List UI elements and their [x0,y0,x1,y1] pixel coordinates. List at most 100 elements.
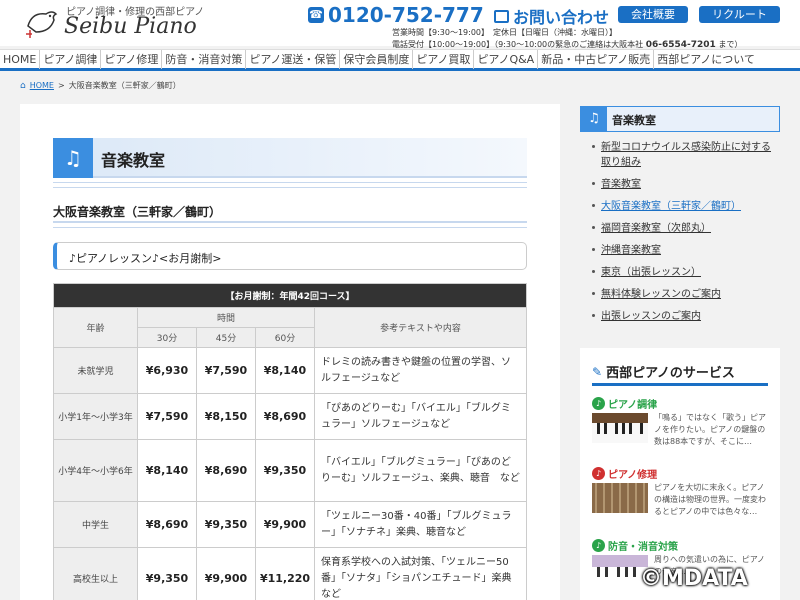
price-60: ¥9,350 [255,439,315,502]
service-text: ピアノを大切に末永く。ピアノの構造は物理の世界。一度変わるとピアノの中では色々な… [654,483,766,516]
price-30: ¥7,590 [137,393,197,440]
nav-sales[interactable]: 新品・中古ピアノ販売 [538,50,655,69]
sidebar-item-label: 無料体験レッスンのご案内 [601,289,721,300]
sidebar-menu: ♫ 音楽教室 新型コロナウイルス感染防止に対する取り組み 音楽教室 大阪音楽教室… [580,106,780,331]
nav-tuning[interactable]: ピアノ調律 [40,50,102,69]
sidebar-item-tokyo[interactable]: 東京（出張レッスン） [580,265,780,284]
phone-icon: ☎ [308,7,324,23]
row-desc: 「バイエル」「ブルグミュラー」「ぴあのどりーむ」ソルフェージュ、楽典、聴音 など [314,439,527,502]
bird-logo-icon [26,11,58,38]
nav-soundproof[interactable]: 防音・消音対策 [162,50,247,69]
breadcrumb-home[interactable]: HOME [30,81,54,90]
price-30: ¥6,930 [137,347,197,394]
price-45: ¥8,690 [196,439,256,502]
sidebar-heading-box: ♫ 音楽教室 [580,106,780,132]
service-title-row: ♪ 防音・消音対策 [592,538,768,553]
phone-number[interactable]: ☎ 0120-752-777 [308,3,484,27]
piano-interior-image [592,483,648,513]
row-age: 高校生以上 [53,547,138,600]
table-row: 中学生 ¥8,690 ¥9,350 ¥9,900 「ツェルニー30番・40番」「… [53,501,527,548]
row-desc: 「ぴあのどりーむ」「バイエル」「ブルグミュラー」ソルフェージュなど [314,393,527,440]
price-30: ¥8,690 [137,501,197,548]
company-button[interactable]: 会社概要 [618,6,688,23]
table-row: 高校生以上 ¥9,350 ¥9,900 ¥11,220 保育系学校への入試対策、… [53,547,527,600]
nav-qa[interactable]: ピアノQ&A [474,50,539,69]
breadcrumb-current: 大阪音楽教室（三軒家／鶴町） [68,81,181,90]
sidebar-item-okinawa[interactable]: 沖縄音楽教室 [580,243,780,262]
row-age: 小学4年～小学6年 [53,439,138,502]
sidebar-item-label: 出張レッスンのご案内 [601,311,701,322]
sidebar-heading: 音楽教室 [612,114,656,127]
header-30min: 30分 [137,327,197,348]
table-caption: 【お月謝制：年間42回コース】 [53,283,527,308]
nav-repair[interactable]: ピアノ修理 [101,50,163,69]
main-nav: HOME ピアノ調律 ピアノ修理 防音・消音対策 ピアノ運送・保管 保守会員制度… [0,49,800,71]
service-title-row: ♪ ピアノ修理 [592,466,768,481]
service-tuning[interactable]: ♪ ピアノ調律 「鳴る」ではなく「歌う」ピアノを作りたい。ピアノの鍵盤の数は88本… [592,396,768,446]
copyright-watermark: ©MDATA [640,566,748,591]
piano-keys-image [592,413,648,443]
price-45: ¥8,150 [196,393,256,440]
phone-number-text: 0120-752-777 [328,3,484,27]
business-hours: 営業時間【9:30～19:00】 定休日【日曜日（沖縄：水曜日）】 [392,28,618,37]
nav-purchase[interactable]: ピアノ買取 [413,50,475,69]
row-desc: 「ツェルニー30番・40番」「ブルグミュラー」「ソナチネ」楽典、聴音など [314,501,527,548]
nav-home[interactable]: HOME [0,50,41,69]
service-icon: ♪ [592,467,605,480]
services-title-row: ✎ 西部ピアノのサービス [592,362,735,382]
sidebar-item-osaka[interactable]: 大阪音楽教室（三軒家／鶴町） [580,199,780,218]
price-60: ¥11,220 [255,547,315,600]
service-icon: ♪ [592,539,605,552]
table-row: 小学4年～小学6年 ¥8,140 ¥8,690 ¥9,350 「バイエル」「ブル… [53,439,527,502]
service-title: 防音・消音対策 [608,542,678,553]
lesson-heading: ♪ピアノレッスン♪<お月謝制> [69,252,222,265]
service-text: 「鳴る」ではなく「歌う」ピアノを作りたい。ピアノの鍵盤の数は88本ですが、そこに… [654,413,766,446]
header-45min: 45分 [196,327,256,348]
sidebar-item-label: 東京（出張レッスン） [601,267,701,278]
sidebar-item-music-school[interactable]: 音楽教室 [580,177,780,196]
sidebar-item-label: 大阪音楽教室（三軒家／鶴町） [601,201,741,212]
price-45: ¥9,900 [196,547,256,600]
price-45: ¥7,590 [196,347,256,394]
site-header: ピアノ調律・修理の西部ピアノ Seibu Piano ☎ 0120-752-777… [0,0,800,50]
services-title: 西部ピアノのサービス [606,366,735,381]
lesson-heading-box: ♪ピアノレッスン♪<お月謝制> [53,242,527,270]
nav-transport[interactable]: ピアノ運送・保管 [246,50,341,69]
sidebar-list: 新型コロナウイルス感染防止に対する取り組み 音楽教室 大阪音楽教室（三軒家／鶴町… [580,140,780,328]
sidebar-item-label: 新型コロナウイルス感染防止に対する取り組み [601,142,771,168]
service-title: ピアノ修理 [608,470,658,481]
nav-about[interactable]: 西部ピアノについて [654,50,758,69]
section-divider [53,221,527,228]
phone-hours-suffix: まで） [718,40,743,49]
music-note-icon: ♫ [581,107,607,131]
music-note-icon: ♫ [53,138,93,178]
pencil-icon: ✎ [592,364,603,379]
title-divider [53,182,527,188]
service-repair[interactable]: ♪ ピアノ修理 ピアノを大切に末永く。ピアノの構造は物理の世界。一度変わるとピアノ… [592,466,768,516]
row-age: 未就学児 [53,347,138,394]
table-row: 未就学児 ¥6,930 ¥7,590 ¥8,140 ドレミの読み書きや鍵盤の位置… [53,347,527,394]
site-logo[interactable]: Seibu Piano [64,14,197,39]
row-age: 小学1年～小学3年 [53,393,138,440]
sidebar-item-visit-lesson[interactable]: 出張レッスンのご案内 [580,309,780,328]
sidebar-item-fukuoka[interactable]: 福岡音楽教室（次郎丸） [580,221,780,240]
price-60: ¥8,140 [255,347,315,394]
sidebar-item-covid[interactable]: 新型コロナウイルス感染防止に対する取り組み [580,140,780,174]
header-60min: 60分 [255,327,315,348]
breadcrumb-separator: > [58,81,65,90]
service-soundproof[interactable]: ♪ 防音・消音対策 周りへの気遣いの為に、ピアノの音を… [592,538,768,585]
sidebar-item-label: 音楽教室 [601,179,641,190]
header-time: 時間 [137,307,315,328]
page-title: 音楽教室 [101,151,166,170]
service-icon: ♪ [592,397,605,410]
sidebar-item-free-trial[interactable]: 無料体験レッスンのご案内 [580,287,780,306]
price-60: ¥8,690 [255,393,315,440]
services-divider [592,383,768,386]
service-title: ピアノ調律 [608,400,658,411]
table-row: 小学1年～小学3年 ¥7,590 ¥8,150 ¥8,690 「ぴあのどりーむ」… [53,393,527,440]
recruit-button[interactable]: リクルート [699,6,780,23]
breadcrumb: ⌂ HOME > 大阪音楽教室（三軒家／鶴町） [20,80,181,91]
price-60: ¥9,900 [255,501,315,548]
nav-membership[interactable]: 保守会員制度 [340,50,414,69]
contact-link[interactable]: お問い合わせ [494,4,609,28]
